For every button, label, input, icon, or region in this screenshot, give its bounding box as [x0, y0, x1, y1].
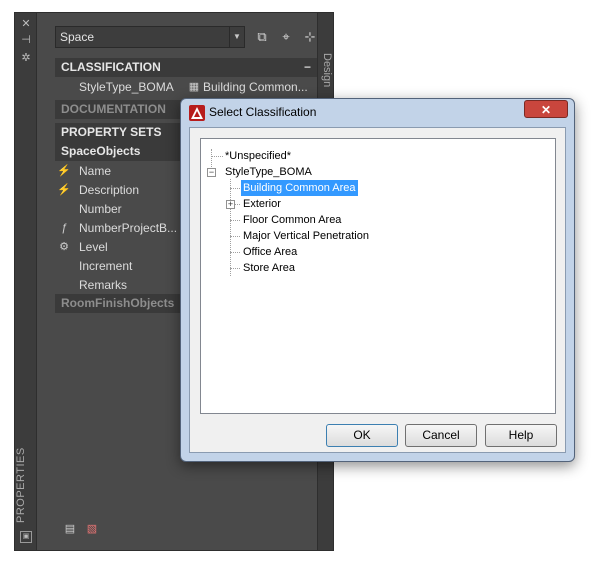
pick-point-icon[interactable]: ⌖ — [277, 28, 295, 46]
collapse-icon[interactable]: − — [304, 58, 311, 77]
property-label: Description — [79, 183, 140, 197]
tree-connector — [230, 268, 240, 269]
chevron-down-icon[interactable]: ▼ — [229, 27, 244, 47]
lightning-icon: ⚡ — [57, 184, 71, 196]
dialog-titlebar[interactable]: Select Classification ✕ — [181, 99, 574, 127]
lightning-icon: ⚡ — [57, 165, 71, 177]
property-label: Increment — [79, 259, 133, 273]
property-label: NumberProjectB... — [79, 221, 178, 235]
tree-node-styletype-boma[interactable]: StyleType_BOMA — [225, 164, 312, 180]
classification-row[interactable]: StyleType_BOMA ▦ Building Common... — [55, 78, 317, 97]
expand-icon[interactable]: + — [226, 200, 235, 209]
select-classification-dialog: Select Classification ✕ *Unspecified* − … — [180, 98, 575, 462]
palette-title-strip: ✕ ⊣ ✲ PROPERTIES ▣ — [15, 13, 37, 550]
building-icon: ▦ — [188, 81, 200, 93]
tree-node-unspecified[interactable]: *Unspecified* — [225, 148, 291, 164]
formula-icon: ƒ — [60, 222, 68, 234]
tree-connector — [230, 220, 240, 221]
select-objects-icon[interactable]: ⧉ — [253, 28, 271, 46]
autodesk-logo-icon — [189, 105, 205, 121]
property-label: Level — [79, 240, 108, 254]
tree-connector — [235, 204, 240, 205]
classification-value[interactable]: Building Common... — [203, 78, 308, 97]
tree-node-office-area[interactable]: Office Area — [243, 244, 297, 260]
help-button[interactable]: Help — [485, 424, 557, 447]
quick-select-icon[interactable]: ⊹ — [301, 28, 319, 46]
tree-connector — [230, 179, 231, 276]
tree-node-exterior[interactable]: Exterior — [243, 196, 281, 212]
palette-title: PROPERTIES — [15, 447, 27, 523]
close-button[interactable]: ✕ — [524, 100, 568, 118]
property-label: Number — [79, 202, 122, 216]
tree-connector — [230, 236, 240, 237]
classification-tree[interactable]: *Unspecified* − StyleType_BOMA Building … — [200, 138, 556, 414]
tree-node-floor-common-area[interactable]: Floor Common Area — [243, 212, 341, 228]
object-type-select[interactable]: Space ▼ — [55, 26, 245, 48]
section-label: CLASSIFICATION — [61, 60, 161, 74]
section-classification[interactable]: CLASSIFICATION − — [55, 58, 317, 77]
level-icon: ⚙ — [59, 241, 69, 253]
remove-property-set-icon[interactable]: ▧ — [85, 523, 99, 535]
add-property-set-icon[interactable]: ▤ — [63, 523, 77, 535]
object-type-value: Space — [60, 30, 95, 44]
dialog-client-area: *Unspecified* − StyleType_BOMA Building … — [189, 127, 566, 453]
tree-connector — [230, 252, 240, 253]
property-label: Remarks — [79, 278, 128, 292]
palette-settings-icon[interactable]: ✲ — [18, 51, 34, 65]
tree-node-building-common-area[interactable]: Building Common Area — [241, 180, 358, 196]
tree-node-major-vertical-penetration[interactable]: Major Vertical Penetration — [243, 228, 369, 244]
tree-node-store-area[interactable]: Store Area — [243, 260, 295, 276]
palette-menu-icon[interactable]: ▣ — [20, 531, 32, 543]
tree-connector — [211, 156, 223, 157]
pin-icon[interactable]: ⊣ — [18, 33, 34, 47]
cancel-button[interactable]: Cancel — [405, 424, 477, 447]
dialog-title: Select Classification — [209, 105, 317, 119]
collapse-icon[interactable]: − — [207, 168, 216, 177]
classification-label: StyleType_BOMA — [79, 80, 174, 94]
property-label: Name — [79, 164, 112, 178]
close-palette-icon[interactable]: ✕ — [18, 17, 34, 31]
tree-connector — [230, 188, 240, 189]
ok-button[interactable]: OK — [326, 424, 398, 447]
